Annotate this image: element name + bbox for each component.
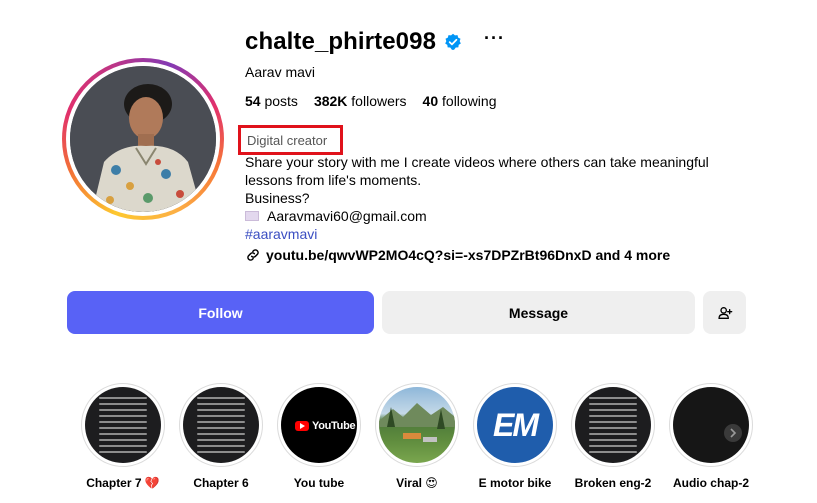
- youtube-logo-icon: YouTube: [295, 420, 356, 432]
- followers-stat[interactable]: 382K followers: [314, 93, 407, 109]
- next-arrow-icon: [724, 424, 742, 442]
- following-label: following: [442, 93, 497, 109]
- follow-button[interactable]: Follow: [67, 291, 374, 334]
- highlight-thumbnail: [379, 387, 455, 463]
- story-highlights: Chapter 7 💔 Chapter 6 YouTube You tube V…: [81, 383, 753, 490]
- highlight-label: Chapter 7 💔: [86, 476, 160, 490]
- bio-line: Share your story with me I create videos…: [245, 154, 709, 170]
- bio-line: lessons from life's moments.: [245, 172, 422, 188]
- em-logo-text: EM: [493, 406, 539, 443]
- highlight-thumbnail: [575, 387, 651, 463]
- followers-count: 382K: [313, 93, 348, 109]
- bio-line: Business?: [245, 190, 310, 206]
- landscape-scene: [379, 403, 455, 442]
- verified-badge-icon: [445, 33, 461, 50]
- full-name: Aarav mavi: [245, 64, 316, 80]
- highlight-label: Audio chap-2: [672, 476, 749, 490]
- highlight-e-motor-bike[interactable]: EM E motor bike: [473, 383, 557, 490]
- link-icon: [247, 249, 259, 261]
- highlight-chapter-7[interactable]: Chapter 7 💔: [81, 383, 165, 490]
- highlight-thumbnail: [183, 387, 259, 463]
- highlight-thumbnail: [85, 387, 161, 463]
- highlight-thumbnail: YouTube: [281, 387, 357, 463]
- hashtag-link[interactable]: #aaravmavi: [245, 225, 725, 243]
- posts-count: 54: [245, 93, 261, 109]
- highlight-label: Viral 😍: [396, 476, 438, 490]
- highlight-label: Chapter 6: [193, 476, 249, 490]
- email-text: Aaravmavi60@gmail.com: [267, 208, 427, 224]
- highlight-thumbnail: EM: [477, 387, 553, 463]
- more-options-button[interactable]: ···: [484, 29, 505, 55]
- highlight-broken-eng-2[interactable]: Broken eng-2: [571, 383, 655, 490]
- message-button[interactable]: Message: [382, 291, 695, 334]
- email-row: Aaravmavi60@gmail.com: [245, 207, 725, 225]
- bio: Share your story with me I create videos…: [245, 153, 725, 243]
- profile-avatar[interactable]: [62, 58, 224, 220]
- link-text: youtu.be/qwvWP2MO4cQ?si=-xs7DPZrBt96DnxD…: [266, 247, 671, 263]
- highlight-audio-chap-2[interactable]: Audio chap-2: [669, 383, 753, 490]
- highlight-viral[interactable]: Viral 😍: [375, 383, 459, 490]
- highlight-youtube[interactable]: YouTube You tube: [277, 383, 361, 490]
- highlight-label: E motor bike: [478, 476, 552, 490]
- followers-label: followers: [351, 93, 407, 109]
- envelope-icon: [245, 211, 259, 221]
- highlight-label: You tube: [293, 476, 345, 490]
- avatar-photo: [70, 66, 216, 212]
- person-figure: [70, 66, 216, 212]
- following-count: 40: [422, 93, 439, 109]
- username-row: chalte_phirte098 ···: [245, 28, 505, 56]
- posts-stat: 54 posts: [245, 93, 298, 109]
- highlight-label: Broken eng-2: [574, 476, 652, 490]
- highlight-chapter-6[interactable]: Chapter 6: [179, 383, 263, 490]
- category-label: Digital creator: [238, 125, 343, 155]
- username: chalte_phirte098: [245, 28, 437, 55]
- external-link[interactable]: youtu.be/qwvWP2MO4cQ?si=-xs7DPZrBt96DnxD…: [245, 247, 670, 263]
- suggest-user-button[interactable]: [703, 291, 746, 334]
- highlight-thumbnail: [673, 387, 749, 463]
- profile-stats: 54 posts 382K followers 40 following: [245, 93, 497, 109]
- following-stat[interactable]: 40 following: [423, 93, 497, 109]
- add-person-icon: [717, 306, 732, 319]
- posts-label: posts: [264, 93, 298, 109]
- youtube-logo-text: YouTube: [312, 420, 356, 432]
